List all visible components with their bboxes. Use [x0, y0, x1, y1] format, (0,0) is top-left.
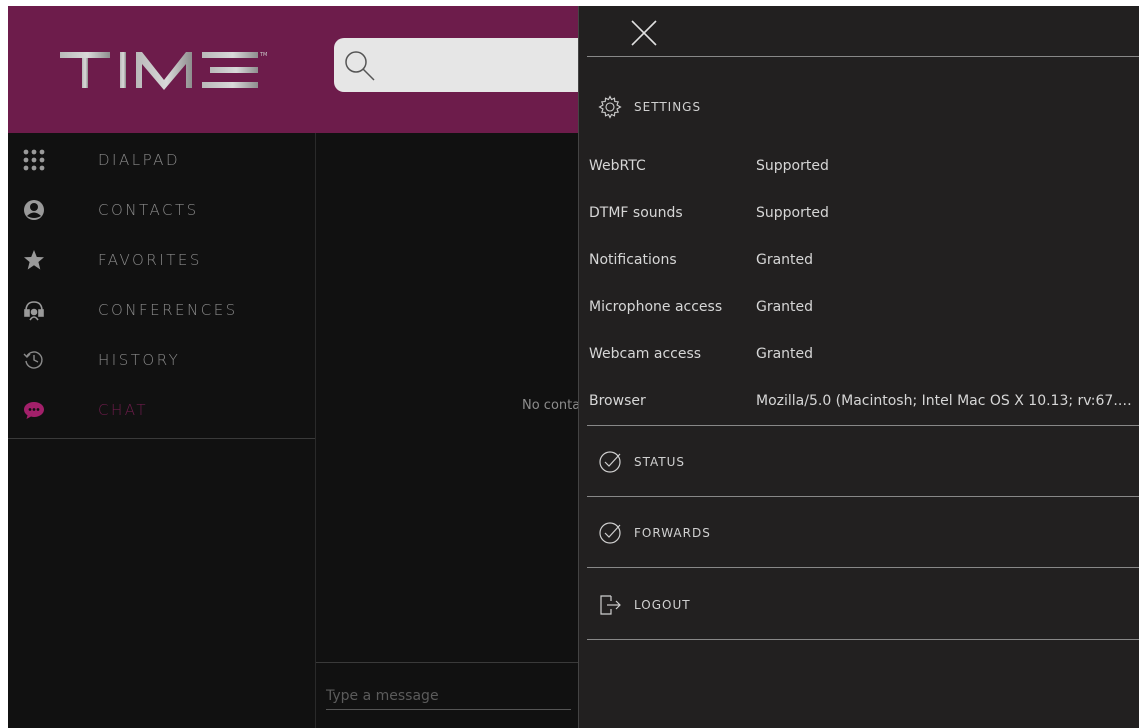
time-logo: TM [60, 50, 270, 94]
sidebar-item-label: HISTORY [98, 351, 181, 369]
setting-row-webcam: Webcam access Granted [589, 346, 1139, 368]
chat-pane: No conta [316, 133, 581, 728]
setting-row-dtmf: DTMF sounds Supported [589, 205, 1139, 227]
setting-row-microphone: Microphone access Granted [589, 299, 1139, 321]
divider [587, 567, 1139, 568]
setting-key: Webcam access [589, 346, 702, 362]
setting-key: Browser [589, 393, 646, 409]
forwards-button[interactable]: FORWARDS [597, 518, 711, 548]
divider [587, 56, 1139, 57]
logout-label: LOGOUT [634, 598, 691, 612]
gear-icon [597, 94, 623, 120]
setting-value: Mozilla/5.0 (Macintosh; Intel Mac OS X 1… [756, 393, 1139, 409]
status-button[interactable]: STATUS [597, 447, 685, 477]
empty-state-text: No conta [522, 398, 581, 413]
chat-icon [22, 398, 46, 422]
setting-value: Supported [756, 158, 829, 174]
divider [316, 662, 578, 663]
logout-button[interactable]: LOGOUT [597, 590, 691, 620]
history-icon [22, 348, 46, 372]
settings-panel: SETTINGS WebRTC Supported DTMF sounds Su… [578, 6, 1139, 728]
sidebar-item-dialpad[interactable]: DIALPAD [8, 135, 315, 185]
setting-key: Microphone access [589, 299, 723, 315]
divider [587, 496, 1139, 497]
message-input[interactable] [326, 685, 571, 710]
sidebar-item-label: CONTACTS [98, 201, 199, 219]
setting-value: Granted [756, 252, 814, 268]
setting-row-webrtc: WebRTC Supported [589, 158, 1139, 180]
close-icon [631, 20, 657, 46]
setting-value: Granted [756, 299, 814, 315]
divider [587, 639, 1139, 640]
setting-value: Granted [756, 346, 814, 362]
divider [587, 425, 1139, 426]
sidebar: DIALPAD CONTACTS FAVORITES CONFERENCES H… [8, 133, 316, 728]
sidebar-item-history[interactable]: HISTORY [8, 335, 315, 385]
setting-row-browser: Browser Mozilla/5.0 (Macintosh; Intel Ma… [589, 393, 1139, 415]
settings-header[interactable]: SETTINGS [597, 92, 701, 122]
sidebar-item-contacts[interactable]: CONTACTS [8, 185, 315, 235]
sidebar-item-label: FAVORITES [98, 251, 202, 269]
status-label: STATUS [634, 455, 686, 469]
contacts-icon [22, 198, 46, 222]
svg-text:TM: TM [259, 52, 267, 58]
forwards-label: FORWARDS [634, 526, 711, 540]
setting-row-notifications: Notifications Granted [589, 252, 1139, 274]
sidebar-item-conferences[interactable]: CONFERENCES [8, 285, 315, 335]
close-button[interactable] [629, 18, 659, 48]
setting-key: WebRTC [589, 158, 646, 174]
check-circle-icon [597, 449, 623, 475]
dialpad-icon [22, 148, 46, 172]
search-icon [345, 51, 375, 81]
sidebar-item-label: CHAT [98, 401, 149, 419]
logout-icon [597, 592, 623, 618]
star-icon [22, 248, 46, 272]
setting-value: Supported [756, 205, 829, 221]
sidebar-nav: DIALPAD CONTACTS FAVORITES CONFERENCES H… [8, 133, 315, 439]
app-window: TM DIALPAD CONTACTS FAVORITES CONFERENCE… [8, 6, 1139, 728]
conferences-icon [22, 298, 46, 322]
check-circle-icon [597, 520, 623, 546]
sidebar-item-favorites[interactable]: FAVORITES [8, 235, 315, 285]
sidebar-item-chat[interactable]: CHAT [8, 385, 315, 435]
setting-key: DTMF sounds [589, 205, 683, 221]
settings-title: SETTINGS [634, 100, 702, 114]
sidebar-item-label: CONFERENCES [98, 301, 238, 319]
setting-key: Notifications [589, 252, 677, 268]
sidebar-item-label: DIALPAD [98, 151, 180, 169]
